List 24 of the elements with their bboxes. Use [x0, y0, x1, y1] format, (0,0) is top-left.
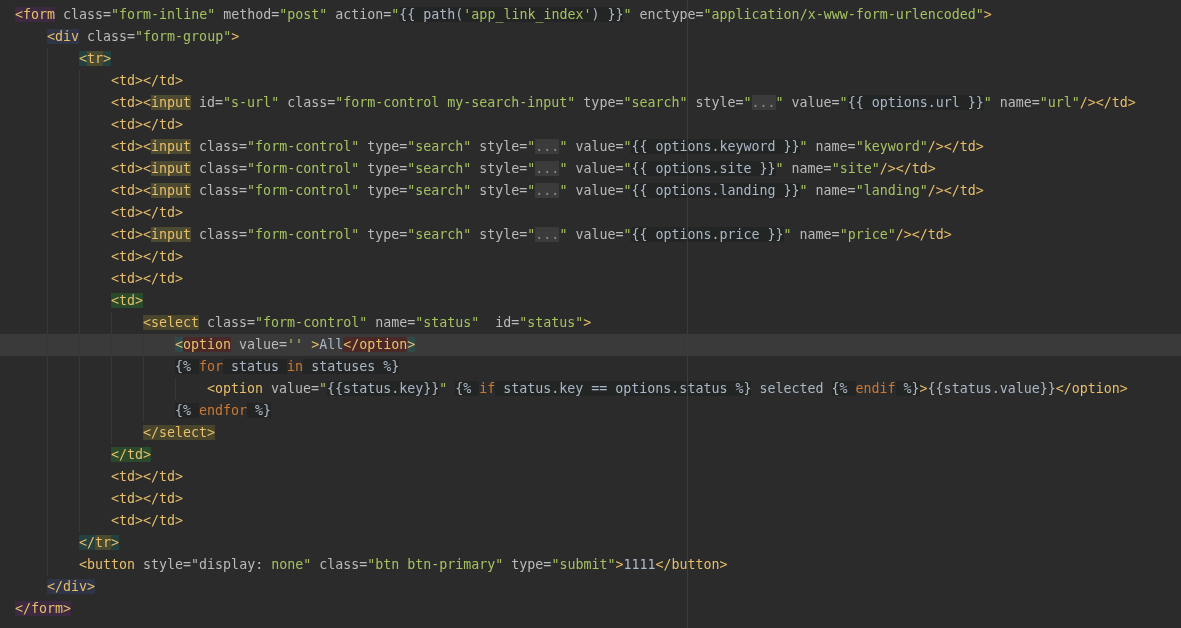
code-line: <td><input class="form-control" type="search" style="..." value="{{ options.site }}" name="site"/></td> [0, 158, 1181, 180]
code-line: <td></td> [0, 202, 1181, 224]
code-line: <button style="display: none" class="btn btn-primary" type="submit">1111</button> [0, 554, 1181, 576]
code-line: {% endfor %} [0, 400, 1181, 422]
code-line: </select> [0, 422, 1181, 444]
code-line: <div class="form-group"> [46, 28, 241, 46]
code-line: <td><input class="form-control" type="search" style="..." value="{{ options.landing }}" name="landing"/></td> [0, 180, 1181, 202]
code-line: <td><input id="s-url" class="form-control my-search-input" type="search" style="..." value="{{ options.url }}" name="url"/></td> [0, 92, 1181, 114]
code-line: <form class="form-inline" method="post" action="{{ path('app_link_index') }}" enctype="application/x-www-form-urlencoded"> [14, 6, 993, 25]
code-line: <td></td> [0, 488, 1181, 510]
code-line: <td></td> [0, 268, 1181, 290]
code-line: </td> [0, 444, 1181, 466]
code-line: <td> [0, 290, 1181, 312]
code-line: {% for status in statuses %} [0, 356, 1181, 378]
code-line: <td></td> [0, 70, 1181, 92]
code-line: <td><input class="form-control" type="search" style="..." value="{{ options.price }}" name="price"/></td> [0, 224, 1181, 246]
code-line: <tr> [0, 48, 1181, 70]
code-line: <td><input class="form-control" type="search" style="..." value="{{ options.keyword }}" name="keyword"/></td> [0, 136, 1181, 158]
code-line: <td></td> [0, 114, 1181, 136]
code-line: <td></td> [0, 510, 1181, 532]
code-line: <option value="{{status.key}}" {% if status.key == options.status %} selected {% endif %}>{{status.value}}</option> [0, 378, 1181, 400]
code-line: <td></td> [0, 246, 1181, 268]
code-line: <td></td> [0, 466, 1181, 488]
code-line: </tr> [0, 532, 1181, 554]
